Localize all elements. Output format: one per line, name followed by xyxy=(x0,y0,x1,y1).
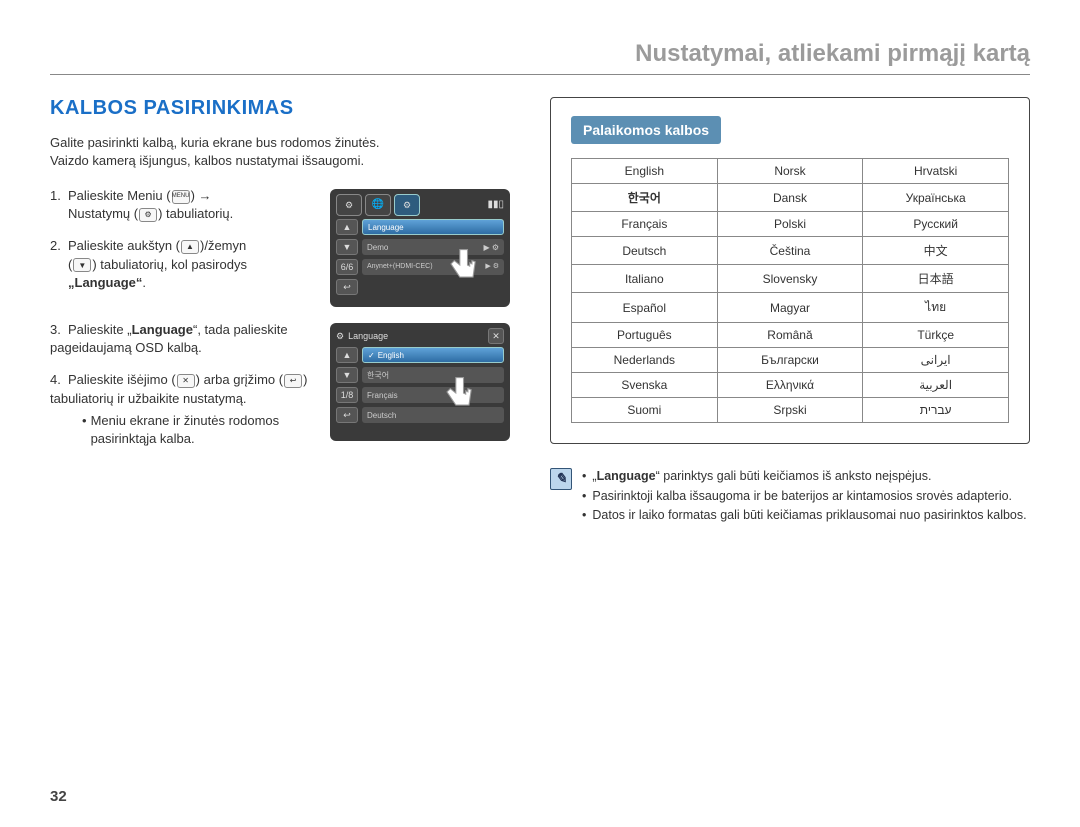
step-3: 3.Palieskite „Language“, tada palieskite… xyxy=(50,321,320,357)
intro-line1: Galite pasirinkti kalbą, kuria ekrane bu… xyxy=(50,135,380,150)
lcd-up-button: ▲ xyxy=(336,219,358,235)
back-icon: ↩ xyxy=(284,374,302,388)
language-cell: Ελληνικά xyxy=(717,373,863,398)
language-cell: Français xyxy=(572,212,718,237)
lcd-down-button: ▼ xyxy=(336,239,358,255)
lcd-down-button-2: ▼ xyxy=(336,367,358,383)
language-cell: Dansk xyxy=(717,184,863,212)
language-cell: Nederlands xyxy=(572,348,718,373)
language-cell: Suomi xyxy=(572,398,718,423)
language-cell: Deutsch xyxy=(572,237,718,265)
language-cell: ایرانی xyxy=(863,348,1009,373)
language-cell: Srpski xyxy=(717,398,863,423)
chapter-title: Nustatymai, atliekami pirmąjį kartą xyxy=(50,40,1030,68)
language-cell: Română xyxy=(717,323,863,348)
page-number: 32 xyxy=(50,788,67,805)
language-cell: עברית xyxy=(863,398,1009,423)
lcd-counter-2: 1/8 xyxy=(336,387,358,403)
lcd-tab-globe: 🌐 xyxy=(365,194,391,216)
lcd-lang-french: Français xyxy=(362,387,504,403)
gear-icon: ⚙ xyxy=(139,208,157,222)
step-4-sub: Meniu ekrane ir žinutės rodomos pasirink… xyxy=(82,412,320,448)
header-divider xyxy=(50,74,1030,75)
lcd-item-language: Language xyxy=(362,219,504,235)
language-cell: Українська xyxy=(863,184,1009,212)
language-cell: Hrvatski xyxy=(863,159,1009,184)
lcd-title: Language xyxy=(348,330,388,343)
language-cell: العربية xyxy=(863,373,1009,398)
menu-icon: MENU xyxy=(172,190,190,204)
language-table: EnglishNorskHrvatski 한국어DanskУкраїнська Fr… xyxy=(571,158,1009,423)
language-cell: 한국어 xyxy=(572,184,718,212)
lcd-item-anynet: Anynet+(HDMI-CEC)▶ ⚙ xyxy=(362,259,504,275)
lcd-item-demo: Demo▶ ⚙ xyxy=(362,239,504,255)
language-cell: Slovensky xyxy=(717,265,863,293)
lcd-close-button: ✕ xyxy=(488,328,504,344)
language-cell: Русский xyxy=(863,212,1009,237)
supported-languages-box: Palaikomos kalbos EnglishNorskHrvatski 한국… xyxy=(550,97,1030,444)
battery-icon: ▮▮▯ xyxy=(487,198,504,212)
lcd-gear-icon: ⚙ xyxy=(336,330,344,343)
lcd-counter: 6/6 xyxy=(336,259,358,275)
language-cell: Magyar xyxy=(717,293,863,323)
language-cell: Español xyxy=(572,293,718,323)
language-cell: Türkçe xyxy=(863,323,1009,348)
lcd-up-button-2: ▲ xyxy=(336,347,358,363)
down-icon: ▼ xyxy=(73,258,91,272)
supported-languages-tab: Palaikomos kalbos xyxy=(571,116,721,144)
note-icon: ✎ xyxy=(550,468,572,490)
notes-list: „Language“ parinktys gali būti keičiamos… xyxy=(582,468,1027,527)
language-cell: 日本語 xyxy=(863,265,1009,293)
step-1: 1.Palieskite Meniu (MENU) → Nustatymų (⚙… xyxy=(50,187,320,223)
intro-line2: Vaizdo kamerą išjungus, kalbos nustatyma… xyxy=(50,153,364,168)
step-2: 2.Palieskite aukštyn (▲)/žemyn (▼) tabul… xyxy=(50,237,320,292)
step-4: 4.Palieskite išėjimo (✕) arba grįžimo (↩… xyxy=(50,371,320,407)
language-cell: Italiano xyxy=(572,265,718,293)
close-icon: ✕ xyxy=(177,374,195,388)
lcd-back-button: ↩ xyxy=(336,279,358,295)
lcd-back-button-2: ↩ xyxy=(336,407,358,423)
language-cell: Svenska xyxy=(572,373,718,398)
lcd-lang-english: ✓English xyxy=(362,347,504,363)
lcd-tab-gear: ⚙ xyxy=(336,194,362,216)
language-cell: Português xyxy=(572,323,718,348)
language-cell: 中文 xyxy=(863,237,1009,265)
language-cell: ไทย xyxy=(863,293,1009,323)
lcd-mockup-language: ⚙ Language ✕ ▲ ✓English ▼ 한국어 xyxy=(330,323,510,441)
intro-text: Galite pasirinkti kalbą, kuria ekrane bu… xyxy=(50,134,520,169)
language-cell: Български xyxy=(717,348,863,373)
language-cell: Čeština xyxy=(717,237,863,265)
lcd-mockup-settings: ⚙ 🌐 ⚙ ▮▮▯ ▲ Language ▼ Demo▶ ⚙ xyxy=(330,189,510,307)
section-heading: KALBOS PASIRINKIMAS xyxy=(50,97,520,120)
language-cell: Polski xyxy=(717,212,863,237)
lcd-lang-german: Deutsch xyxy=(362,407,504,423)
up-icon: ▲ xyxy=(181,240,199,254)
lcd-lang-korean: 한국어 xyxy=(362,367,504,383)
language-cell: English xyxy=(572,159,718,184)
language-cell: Norsk xyxy=(717,159,863,184)
lcd-tab-misc: ⚙ xyxy=(394,194,420,216)
check-icon: ✓ xyxy=(368,350,375,361)
